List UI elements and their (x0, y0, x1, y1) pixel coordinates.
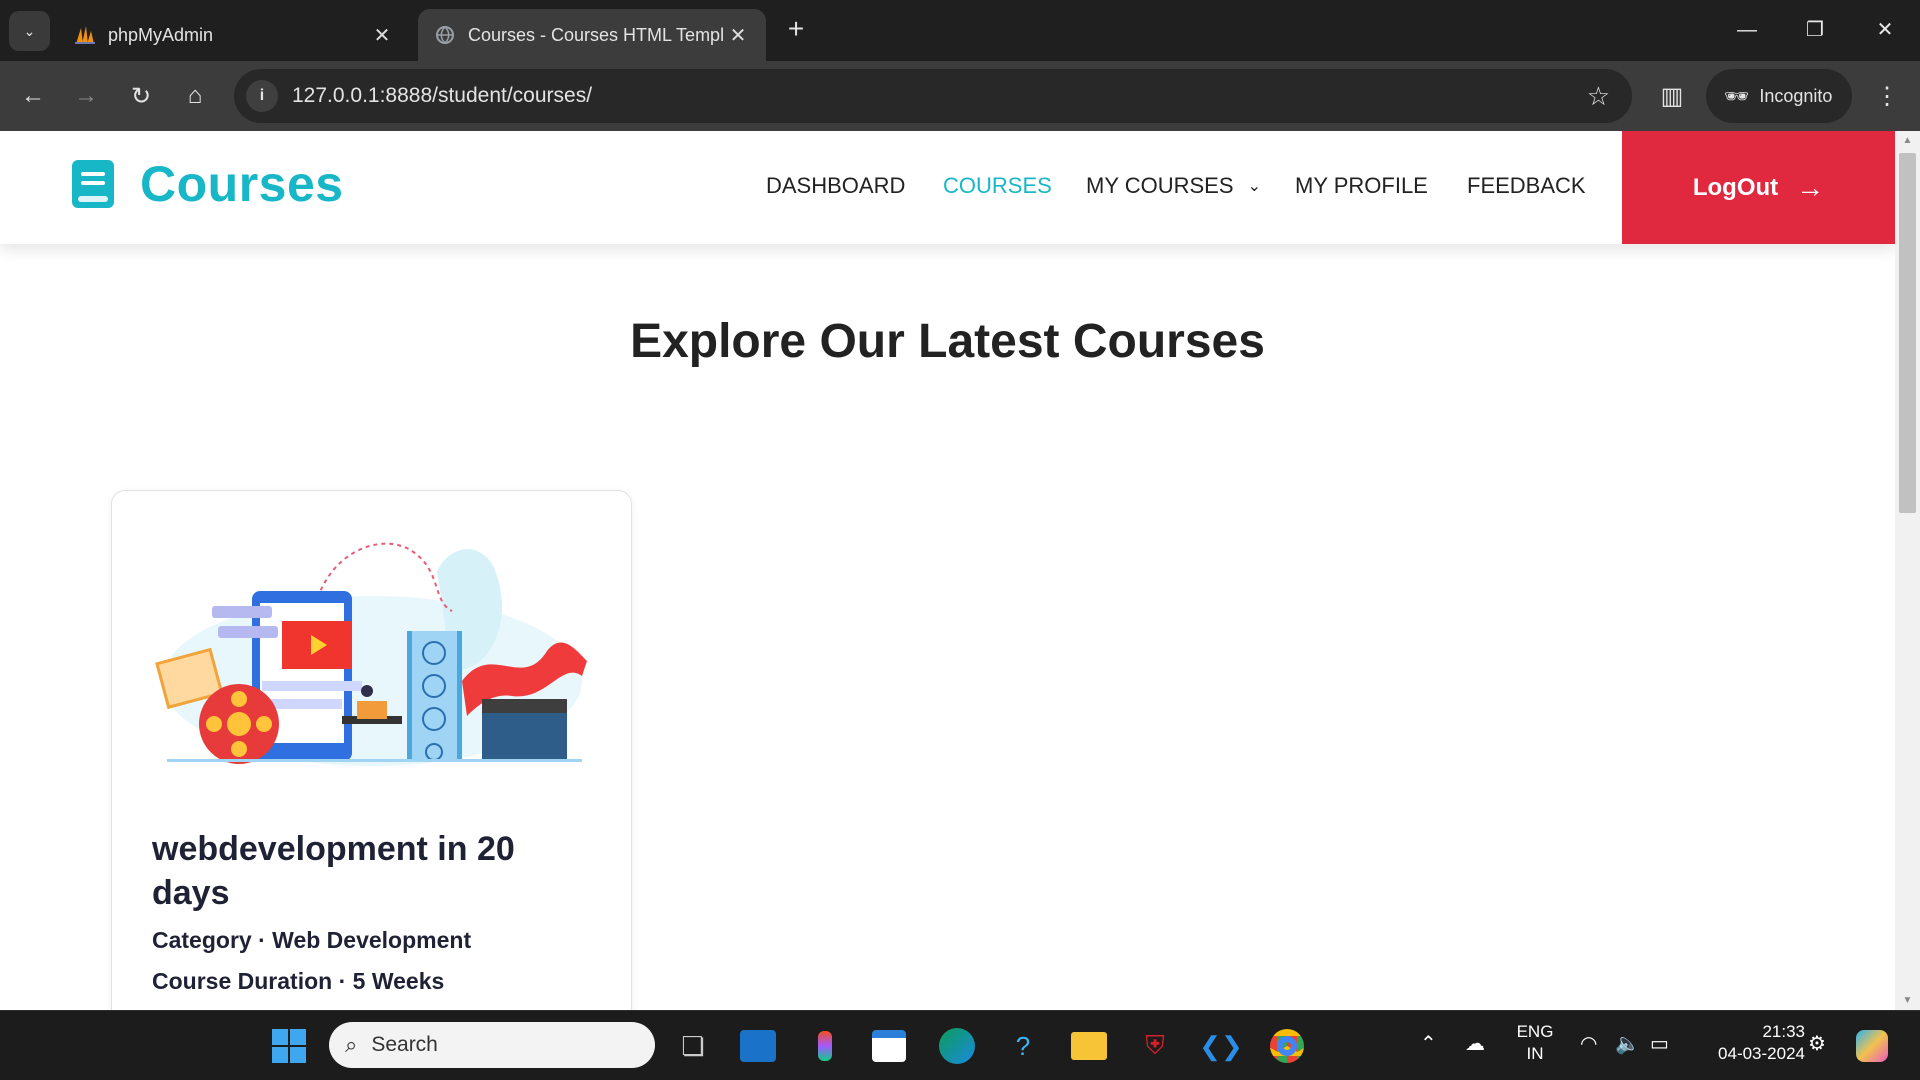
course-category: Category · Web Development (152, 927, 471, 954)
tab-search-button[interactable]: ⌄ (9, 11, 50, 51)
wifi-icon[interactable]: ◠ (1580, 1031, 1597, 1056)
site-navbar: Courses DASHBOARD COURSES MY COURSES ⌄ M… (0, 131, 1895, 244)
restore-button[interactable]: ❐ (1792, 12, 1838, 48)
separator-dot: · (258, 927, 273, 953)
forward-arrow-icon[interactable]: → (66, 76, 106, 116)
menu-kebab-icon[interactable]: ⋮ (1867, 76, 1907, 116)
nav-dashboard[interactable]: DASHBOARD (766, 173, 905, 199)
battery-icon[interactable]: ▭ (1650, 1031, 1669, 1056)
close-window-button[interactable]: ✕ (1862, 12, 1908, 48)
windows-start-icon[interactable] (267, 1024, 311, 1068)
help-icon[interactable]: ? (1001, 1024, 1045, 1068)
tab-phpmyadmin[interactable]: phpMyAdmin ✕ (58, 9, 410, 61)
task-view-icon[interactable]: ❏ (671, 1024, 715, 1068)
nav-my-courses[interactable]: MY COURSES ⌄ (1086, 173, 1261, 199)
site-info-icon[interactable]: i (246, 80, 278, 112)
nav-my-courses-label: MY COURSES (1086, 173, 1234, 198)
search-placeholder: Search (371, 1033, 438, 1056)
logout-button[interactable]: LogOut → (1622, 131, 1895, 244)
new-tab-button[interactable]: + (780, 14, 812, 46)
globe-icon (434, 24, 456, 46)
reload-icon[interactable]: ↻ (121, 76, 161, 116)
close-tab-icon[interactable]: ✕ (726, 23, 750, 48)
incognito-icon: 🕶 (1724, 85, 1750, 108)
page-viewport: Courses DASHBOARD COURSES MY COURSES ⌄ M… (0, 131, 1895, 1010)
tab-title: phpMyAdmin (108, 24, 214, 45)
tab-title: Courses - Courses HTML Templ (468, 24, 725, 45)
site-logo[interactable]: Courses (72, 155, 344, 213)
language-code: ENG (1516, 1022, 1554, 1041)
back-arrow-icon[interactable]: ← (13, 76, 53, 116)
chrome-icon[interactable] (1265, 1024, 1309, 1068)
course-duration: Course Duration · 5 Weeks (152, 968, 444, 995)
windows-taskbar: ⌕ Search ❏ ? ⛨ ❮❯ ⌃ ☁ ENG IN ◠ 🔈 ▭ 21:33… (0, 1010, 1920, 1080)
cloud-icon[interactable]: ☁ (1465, 1031, 1485, 1056)
volume-icon[interactable]: 🔈 (1615, 1031, 1640, 1056)
edge-icon[interactable] (935, 1024, 979, 1068)
file-explorer-icon[interactable] (1067, 1024, 1111, 1068)
browser-toolbar: ← → ↻ ⌂ i 127.0.0.1:8888/student/courses… (0, 61, 1920, 131)
bookmark-star-icon[interactable]: ☆ (1587, 81, 1610, 112)
page-scrollbar[interactable]: ▲ ▼ (1895, 131, 1920, 1010)
microsoft-store-icon[interactable] (867, 1024, 911, 1068)
browser-tab-bar: ⌄ phpMyAdmin ✕ Courses - Courses HTML Te… (0, 0, 1920, 61)
nav-my-profile[interactable]: MY PROFILE (1295, 173, 1428, 199)
home-icon[interactable]: ⌂ (175, 76, 215, 116)
taskbar-search[interactable]: ⌕ Search (329, 1022, 655, 1068)
url-text[interactable]: 127.0.0.1:8888/student/courses/ (292, 84, 592, 108)
figma-icon[interactable] (803, 1024, 847, 1068)
nav-courses[interactable]: COURSES (943, 173, 1052, 199)
arrow-right-icon: → (1796, 171, 1825, 203)
duration-label: Course Duration (152, 968, 333, 994)
tab-courses[interactable]: Courses - Courses HTML Templ ✕ (418, 9, 766, 61)
vscode-icon[interactable]: ❮❯ (1199, 1024, 1243, 1068)
course-illustration (155, 542, 587, 766)
phpmyadmin-icon (74, 24, 96, 46)
scrollbar-thumb[interactable] (1899, 153, 1916, 513)
scroll-down-icon[interactable]: ▼ (1901, 995, 1914, 1006)
mcafee-icon[interactable]: ⛨ (1133, 1024, 1177, 1068)
logout-label: LogOut (1692, 173, 1779, 201)
clock[interactable]: 21:33 04-03-2024 (1695, 1021, 1805, 1065)
incognito-indicator[interactable]: 🕶 Incognito (1706, 69, 1852, 123)
chevron-down-icon: ⌄ (1247, 178, 1262, 195)
address-bar[interactable]: i 127.0.0.1:8888/student/courses/ ☆ (234, 69, 1632, 123)
region-code: IN (1526, 1044, 1544, 1063)
separator-dot: · (338, 968, 353, 994)
notification-icon[interactable]: ⚙ (1808, 1031, 1826, 1056)
minimize-button[interactable]: — (1724, 12, 1770, 48)
close-tab-icon[interactable]: ✕ (370, 23, 394, 48)
language-indicator[interactable]: ENG IN (1510, 1021, 1560, 1065)
scroll-up-icon[interactable]: ▲ (1901, 135, 1914, 146)
copilot-icon[interactable] (1850, 1024, 1894, 1068)
incognito-label: Incognito (1759, 85, 1833, 106)
side-panel-icon[interactable]: ▥ (1652, 76, 1692, 116)
search-icon: ⌕ (345, 1032, 358, 1057)
chevron-down-icon: ⌄ (23, 22, 36, 39)
course-title[interactable]: webdevelopment in 20 days (152, 827, 572, 915)
chevron-up-icon[interactable]: ⌃ (1420, 1031, 1437, 1056)
brand-name: Courses (140, 156, 344, 212)
clock-time: 21:33 (1762, 1022, 1805, 1041)
category-label: Category (152, 927, 252, 953)
book-icon (72, 160, 114, 208)
clock-date: 04-03-2024 (1718, 1044, 1805, 1063)
category-value: Web Development (272, 927, 472, 953)
duration-value: 5 Weeks (352, 968, 445, 994)
nav-feedback[interactable]: FEEDBACK (1467, 173, 1586, 199)
course-card[interactable]: webdevelopment in 20 days Category · Web… (111, 490, 632, 1010)
page-heading: Explore Our Latest Courses (630, 315, 1265, 368)
myhp-icon[interactable] (736, 1024, 780, 1068)
